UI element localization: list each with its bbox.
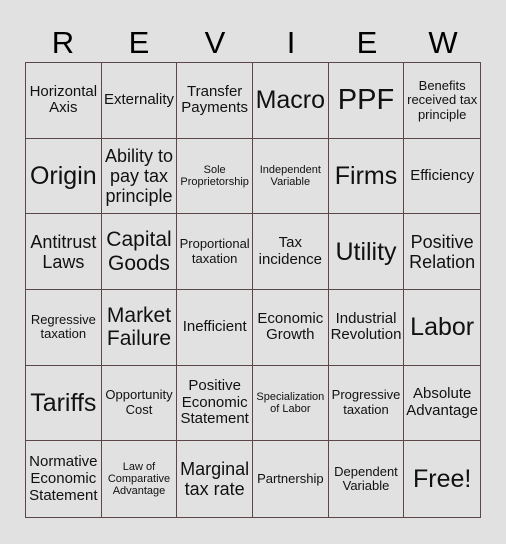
bingo-cell[interactable]: Transfer Payments — [177, 63, 253, 139]
bingo-cell[interactable]: Free! — [404, 441, 480, 517]
bingo-cell[interactable]: Inefficient — [177, 289, 253, 366]
bingo-cell[interactable]: Regressive taxation — [26, 289, 102, 366]
bingo-cell[interactable]: Utility — [328, 214, 405, 290]
bingo-cell[interactable]: Benefits received tax principle — [404, 63, 480, 139]
bingo-header: R E V I E W — [25, 24, 481, 62]
bingo-cell[interactable]: Dependent Variable — [329, 441, 405, 517]
bingo-cell[interactable]: Sole Proprietorship — [177, 138, 253, 215]
header-letter: E — [356, 25, 378, 60]
bingo-cell[interactable]: Positive Economic Statement — [177, 365, 253, 442]
bingo-cell[interactable]: Market Failure — [101, 289, 178, 366]
header-letter: R — [51, 25, 75, 60]
header-letter: V — [204, 25, 226, 60]
bingo-cell[interactable]: Macro — [252, 63, 329, 139]
bingo-cell[interactable]: Origin — [26, 138, 102, 215]
header-letter: E — [128, 25, 150, 60]
bingo-cell[interactable]: Marginal tax rate — [177, 441, 253, 517]
header-letter: I — [286, 25, 296, 60]
bingo-cell[interactable]: Efficiency — [404, 139, 480, 215]
bingo-cell[interactable]: Partnership — [253, 441, 329, 517]
bingo-cell[interactable]: Industrial Revolution — [328, 289, 405, 366]
bingo-cell[interactable]: Absolute Advantage — [404, 366, 480, 442]
bingo-cell[interactable]: Firms — [328, 138, 405, 215]
bingo-cell[interactable]: Externality — [101, 63, 178, 139]
bingo-cell[interactable]: Antitrust Laws — [26, 214, 102, 290]
bingo-cell[interactable]: Economic Growth — [252, 289, 329, 366]
bingo-cell[interactable]: Positive Relation — [404, 214, 480, 290]
bingo-cell[interactable]: PPF — [328, 63, 405, 139]
bingo-cell[interactable]: Law of Comparative Advantage — [102, 441, 178, 517]
bingo-cell[interactable]: Independent Variable — [252, 138, 329, 215]
bingo-cell[interactable]: Tariffs — [26, 365, 102, 442]
bingo-cell[interactable]: Proportional taxation — [177, 214, 253, 290]
bingo-cell[interactable]: Tax incidence — [252, 214, 329, 290]
bingo-cell[interactable]: Progressive taxation — [328, 365, 405, 442]
bingo-cell[interactable]: Capital Goods — [101, 214, 178, 290]
bingo-cell[interactable]: Opportunity Cost — [101, 365, 178, 442]
header-letter: W — [428, 25, 458, 60]
bingo-cell[interactable]: Normative Economic Statement — [26, 441, 102, 517]
bingo-cell[interactable]: Labor — [404, 290, 480, 366]
bingo-cell[interactable]: Horizontal Axis — [26, 63, 102, 139]
bingo-grid: Horizontal Axis Externality Transfer Payme… — [25, 62, 481, 518]
bingo-cell[interactable]: Specialization of Labor — [252, 365, 329, 442]
bingo-cell[interactable]: Ability to pay tax principle — [101, 138, 178, 215]
